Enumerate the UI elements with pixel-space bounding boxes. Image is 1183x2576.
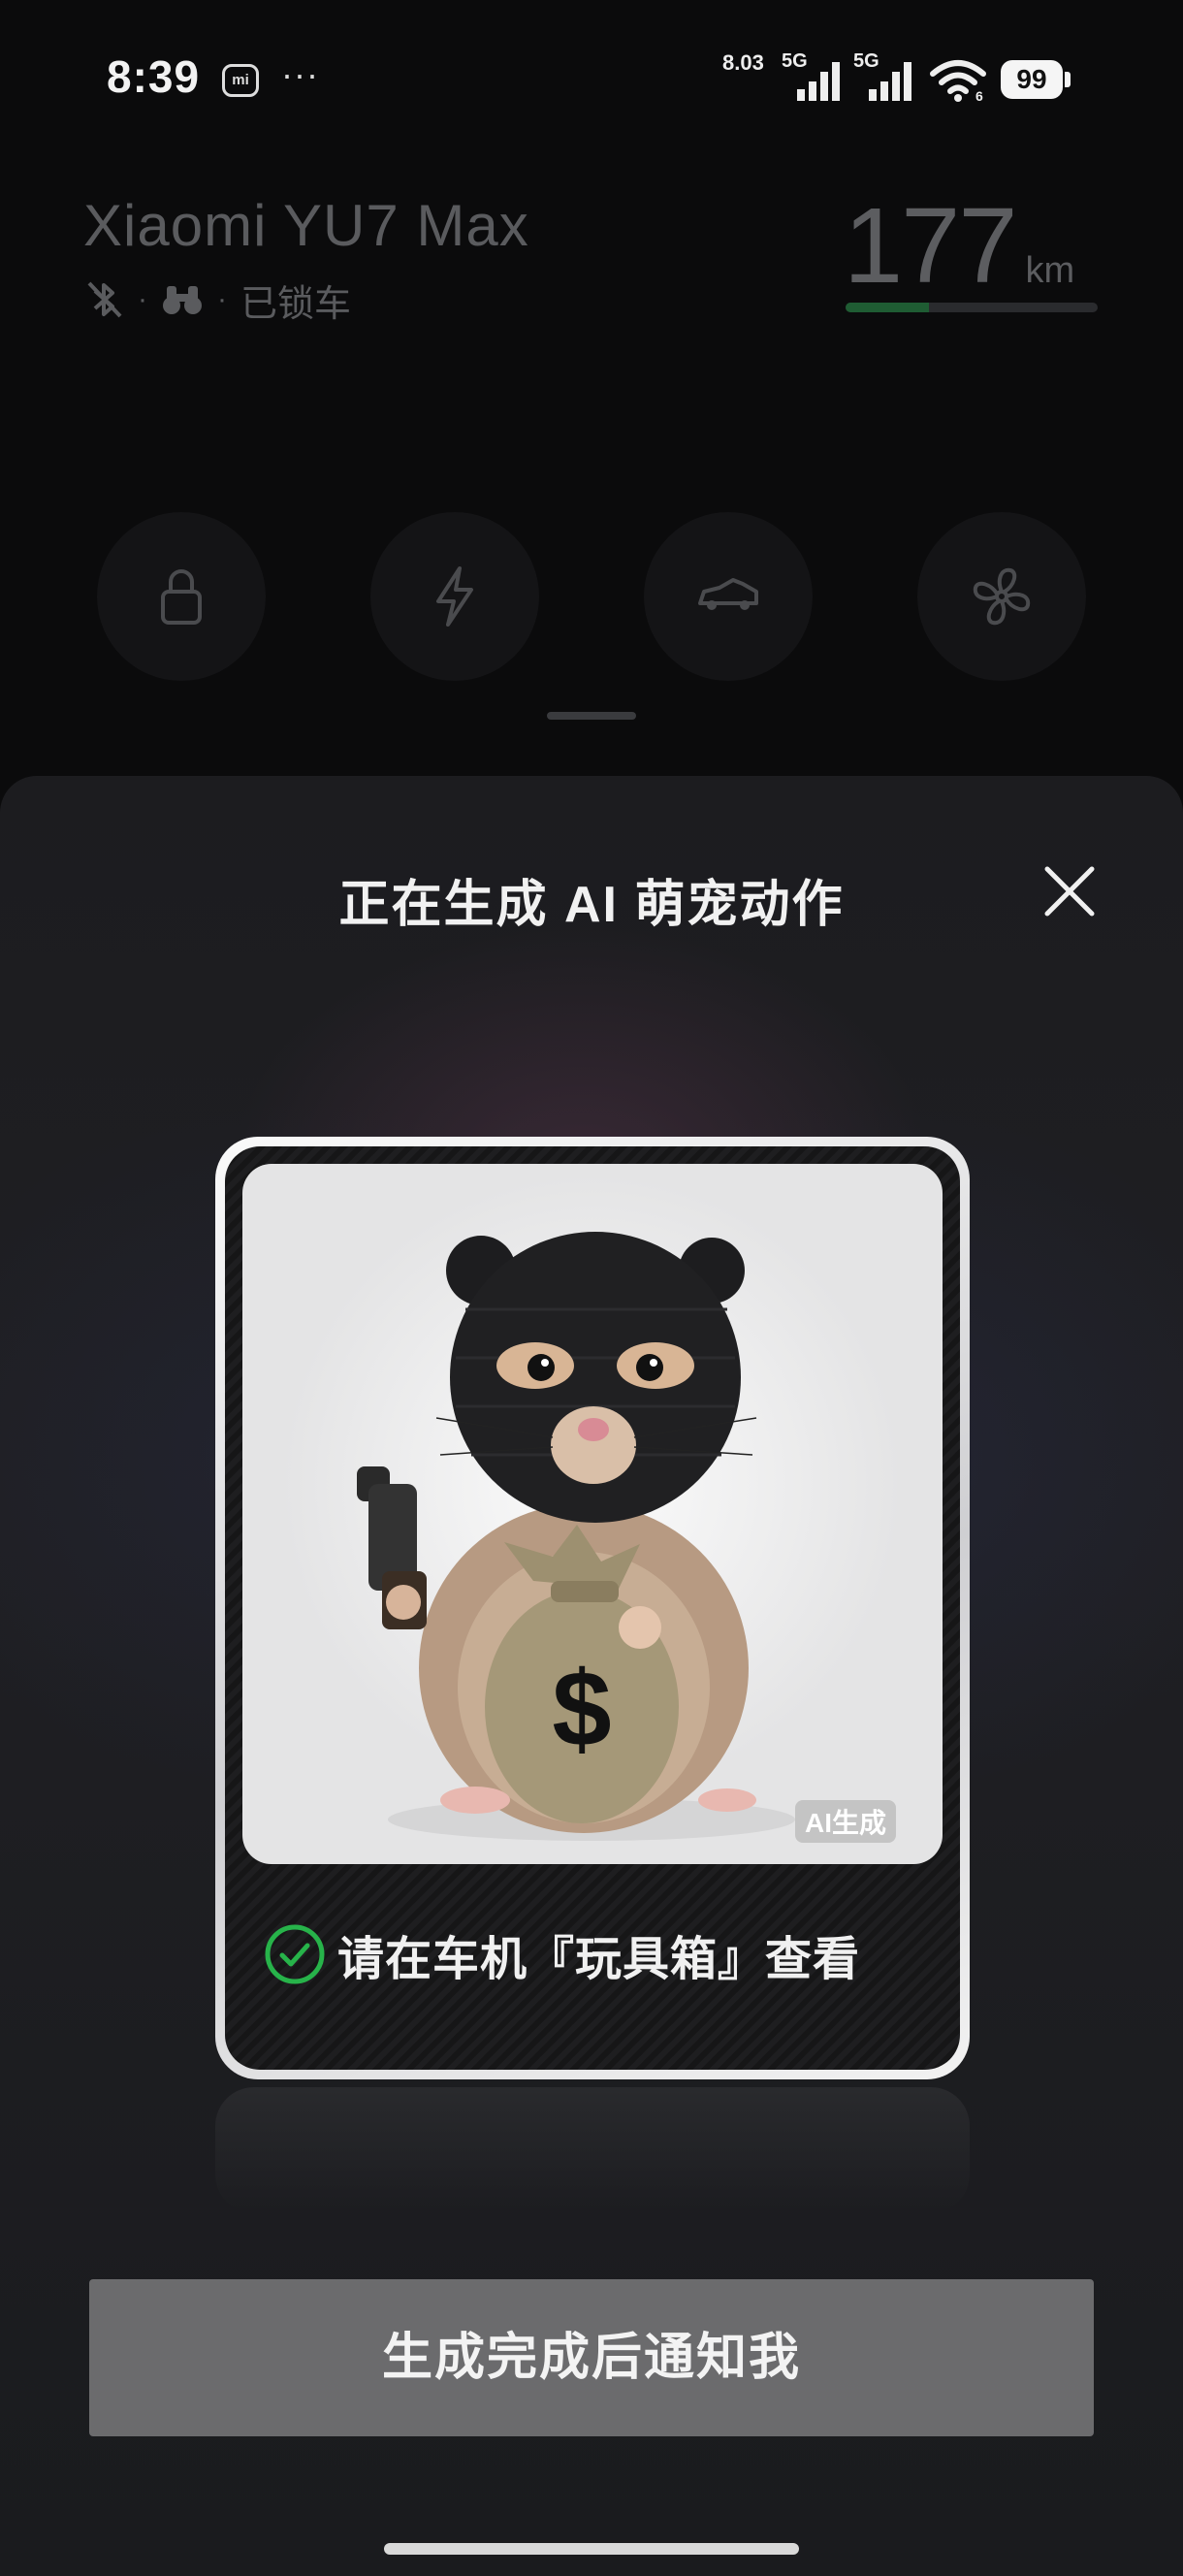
sentry-binoculars-icon xyxy=(163,286,202,314)
battery-tip xyxy=(1065,72,1071,87)
range-bar-fill xyxy=(846,303,929,312)
notify-me-button[interactable]: 生成完成后通知我 xyxy=(89,2279,1094,2436)
screen: 8:39 mi ··· 8.03 5G 5G 6 99 Xiaomi YU7 M… xyxy=(0,0,1183,2576)
svg-text:$: $ xyxy=(552,1650,611,1769)
home-indicator[interactable] xyxy=(384,2543,799,2555)
more-notifications-icon: ··· xyxy=(281,54,319,94)
range-bar xyxy=(846,303,1098,312)
trunk-icon xyxy=(698,578,758,610)
lock-button[interactable] xyxy=(97,512,266,681)
range-display: 177 km xyxy=(844,184,1074,307)
sim2-signal-icon xyxy=(869,62,911,101)
battery-icon: 99 xyxy=(1001,60,1071,99)
close-icon[interactable] xyxy=(1038,859,1102,923)
pet-card: $ AI生成 请在车机『玩具箱』查看 xyxy=(215,1137,970,2079)
ai-pet-sheet: 正在生成 AI 萌宠动作 $ AI生成 请在车机『玩具箱』查看 生成完成后通知我 xyxy=(0,776,1183,2576)
check-circle-icon xyxy=(265,1924,325,1984)
car-name: Xiaomi YU7 Max xyxy=(83,193,529,258)
bluetooth-off-icon xyxy=(87,281,122,318)
hamster-illustration: $ xyxy=(357,1232,795,1841)
view-notice: 请在车机『玩具箱』查看 xyxy=(264,1922,860,1986)
status-bar: 8:39 mi ··· 8.03 5G 5G 6 99 xyxy=(0,0,1183,155)
charge-button[interactable] xyxy=(370,512,539,681)
charge-icon xyxy=(436,566,473,627)
range-unit: km xyxy=(1025,250,1075,291)
car-status-row: · · 已锁车 xyxy=(85,277,351,325)
fan-button[interactable] xyxy=(917,512,1086,681)
svg-text:6: 6 xyxy=(975,88,983,103)
battery-level: 99 xyxy=(1001,60,1063,99)
ai-generated-tag: AI生成 xyxy=(795,1800,897,1843)
network-speed: 8.03 xyxy=(722,50,764,75)
view-notice-text: 请在车机『玩具箱』查看 xyxy=(337,1934,861,1985)
sim1-signal-icon xyxy=(797,62,840,101)
status-time: 8:39 xyxy=(107,51,201,102)
separator-dot: · xyxy=(217,283,227,315)
mi-notification-icon: mi xyxy=(222,64,259,97)
wifi-icon: 6 xyxy=(930,60,986,103)
drawer-handle[interactable] xyxy=(547,712,636,720)
separator-dot: · xyxy=(138,283,147,315)
trunk-button[interactable] xyxy=(644,512,813,681)
range-value: 177 xyxy=(844,186,1018,306)
lock-status-text: 已锁车 xyxy=(240,283,352,325)
pet-card-body: $ AI生成 请在车机『玩具箱』查看 xyxy=(225,1146,960,2070)
fan-icon xyxy=(973,567,1031,626)
lock-icon xyxy=(161,569,202,625)
card-reflection xyxy=(215,2087,970,2213)
pet-image: $ AI生成 xyxy=(242,1164,943,1864)
sheet-title: 正在生成 AI 萌宠动作 xyxy=(338,877,845,933)
